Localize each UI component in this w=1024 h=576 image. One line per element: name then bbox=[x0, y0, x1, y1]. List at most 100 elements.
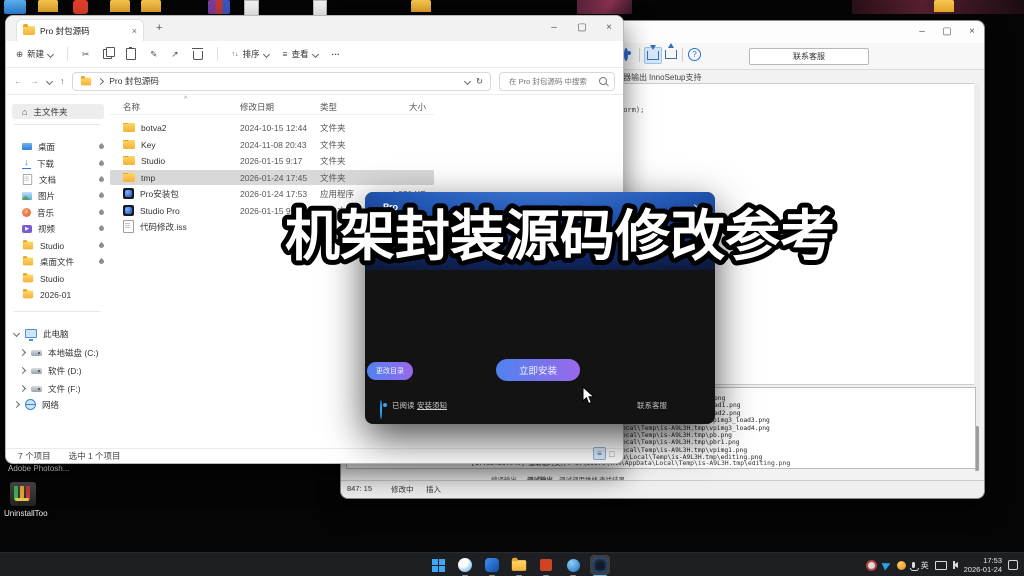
up-icon[interactable]: ↑ bbox=[60, 76, 64, 86]
change-directory-button[interactable]: 更改目录 bbox=[367, 362, 413, 380]
agree-radio[interactable] bbox=[380, 400, 382, 419]
export-icon[interactable] bbox=[663, 47, 679, 62]
chevron-right-icon[interactable] bbox=[19, 385, 26, 392]
taskbar-app-file-explorer[interactable] bbox=[509, 555, 529, 575]
taskbar-app-powerpoint[interactable] bbox=[536, 555, 556, 575]
view-button[interactable]: ≡ 查看 bbox=[283, 48, 318, 60]
chevron-right-icon[interactable] bbox=[19, 367, 26, 374]
refresh-icon[interactable]: ↻ bbox=[476, 76, 483, 87]
sidebar-item-studio-2[interactable]: Studio bbox=[12, 271, 104, 286]
sidebar-item-documents[interactable]: 文档 bbox=[12, 172, 104, 187]
desktop-icon-red-app[interactable] bbox=[73, 0, 88, 14]
sidebar-item-2026-01[interactable]: 2026-01 bbox=[12, 287, 104, 302]
share-icon[interactable]: ↗ bbox=[171, 49, 178, 60]
chevron-right-icon[interactable] bbox=[13, 401, 20, 408]
more-icon[interactable]: ··· bbox=[332, 49, 341, 59]
notification-icon[interactable] bbox=[1008, 560, 1018, 570]
explorer-tab[interactable]: Pro 封包源码 × bbox=[16, 19, 144, 41]
sidebar-item-studio[interactable]: Studio bbox=[12, 238, 104, 253]
sidebar-item-disk-c[interactable]: 本地磁盘 (C:) bbox=[12, 345, 104, 360]
ime-indicator[interactable]: 英 bbox=[921, 560, 929, 571]
uninstall-tool-icon[interactable] bbox=[10, 482, 36, 506]
tab-close-icon[interactable]: × bbox=[132, 26, 137, 36]
sort-button[interactable]: ↑↓ 排序 bbox=[232, 48, 269, 60]
sidebar-item-network[interactable]: 网络 bbox=[12, 397, 104, 412]
desktop-icon-winrar[interactable] bbox=[208, 0, 230, 14]
sidebar-item-music[interactable]: ♪音乐 bbox=[12, 205, 104, 220]
help-icon[interactable]: ? bbox=[688, 48, 701, 61]
sidebar-item-videos[interactable]: ▶视频 bbox=[12, 221, 104, 236]
back-icon[interactable]: ← bbox=[14, 76, 23, 86]
contact-support-button[interactable]: 联系客服 bbox=[749, 48, 869, 65]
desktop-icon-folder[interactable] bbox=[411, 0, 431, 12]
close-icon[interactable]: × bbox=[966, 26, 978, 37]
menu-icon[interactable]: ≡ bbox=[593, 447, 606, 460]
taskbar-app-ie[interactable] bbox=[563, 555, 583, 575]
tray-app-icon[interactable] bbox=[897, 561, 906, 570]
desktop-icon-folder[interactable] bbox=[38, 0, 58, 12]
contact-support-link[interactable]: 联系客服 bbox=[637, 400, 667, 411]
minimize-icon[interactable]: – bbox=[548, 22, 560, 33]
file-row-selected[interactable]: tmp 2026-01-24 17:45 文件夹 bbox=[110, 170, 434, 185]
sidebar-item-downloads[interactable]: ↓下载 bbox=[12, 156, 104, 171]
file-row[interactable]: Key 2024-11-08 20:43 文件夹 bbox=[110, 137, 434, 152]
install-notice-link[interactable]: 安装须知 bbox=[417, 400, 447, 411]
sidebar-item-home[interactable]: ⌂ 主文件夹 bbox=[12, 104, 104, 119]
sidebar-item-disk-f[interactable]: 文件 (F:) bbox=[12, 381, 104, 396]
file-row[interactable]: Studio 2026-01-15 9:17 文件夹 bbox=[110, 153, 434, 168]
search-input[interactable] bbox=[507, 76, 593, 87]
desktop-icon-folder[interactable] bbox=[141, 0, 161, 12]
column-type[interactable]: 类型 bbox=[320, 101, 378, 113]
desktop-icon-blue-app[interactable] bbox=[4, 0, 26, 14]
desktop-icon-document[interactable] bbox=[313, 0, 327, 16]
file-row[interactable]: botva2 2024-10-15 12:44 文件夹 bbox=[110, 120, 434, 135]
cut-icon[interactable]: ✂ bbox=[82, 49, 89, 60]
tray-network-icon[interactable] bbox=[935, 561, 947, 570]
start-button[interactable] bbox=[428, 555, 448, 575]
install-now-button[interactable]: 立即安装 bbox=[496, 359, 580, 381]
tray-record-icon[interactable] bbox=[866, 560, 877, 571]
tray-microphone-icon[interactable] bbox=[912, 562, 915, 568]
taskbar-app-studio-active[interactable] bbox=[590, 555, 610, 575]
taskbar-app-search[interactable] bbox=[455, 555, 475, 575]
column-date[interactable]: 修改日期 bbox=[240, 101, 320, 113]
copy-icon[interactable] bbox=[103, 49, 112, 59]
minimize-icon[interactable]: – bbox=[916, 26, 928, 37]
clock[interactable]: 17:53 2026-01-24 bbox=[964, 556, 1002, 574]
record-icon[interactable] bbox=[624, 48, 628, 61]
sidebar-item-desktop-files[interactable]: 桌面文件 bbox=[12, 254, 104, 269]
chevron-right-icon[interactable] bbox=[19, 349, 26, 356]
sidebar-item-desktop[interactable]: 桌面 bbox=[12, 139, 104, 154]
history-chevron-icon[interactable] bbox=[46, 77, 53, 84]
tab-innosetup-support[interactable]: InnoSetup支持 bbox=[649, 72, 701, 83]
forward-icon[interactable]: → bbox=[31, 76, 40, 86]
address-bar[interactable]: Pro 封包源码 ↻ bbox=[72, 72, 491, 91]
new-tab-icon[interactable]: + bbox=[156, 22, 162, 34]
column-name[interactable]: 名称 bbox=[110, 101, 240, 113]
desktop-icon-label[interactable]: Adobe Photosh... bbox=[8, 464, 69, 473]
maximize-icon[interactable]: ▢ bbox=[941, 26, 953, 37]
sidebar-item-disk-d[interactable]: 软件 (D:) bbox=[12, 363, 104, 378]
sidebar-item-pictures[interactable]: 图片 bbox=[12, 188, 104, 203]
breadcrumb[interactable]: Pro 封包源码 bbox=[109, 75, 459, 87]
taskbar-app-browser[interactable] bbox=[482, 555, 502, 575]
desktop-icon-label[interactable]: UninstallToo bbox=[4, 509, 48, 518]
restore-icon[interactable]: □ bbox=[609, 449, 614, 459]
desktop-icon-folder[interactable] bbox=[934, 0, 954, 12]
rename-icon[interactable]: ✎ bbox=[150, 49, 157, 60]
paste-icon[interactable] bbox=[126, 48, 136, 60]
column-size[interactable]: 大小 bbox=[378, 101, 426, 113]
chevron-down-icon[interactable] bbox=[13, 330, 20, 337]
address-dropdown-icon[interactable] bbox=[464, 77, 471, 84]
maximize-icon[interactable]: ▢ bbox=[576, 22, 588, 33]
tray-telegram-icon[interactable] bbox=[881, 560, 892, 571]
desktop-icon-document[interactable] bbox=[244, 0, 259, 16]
sidebar-item-this-pc[interactable]: 此电脑 bbox=[12, 326, 104, 341]
desktop-icon-folder[interactable] bbox=[110, 0, 130, 12]
delete-icon[interactable] bbox=[193, 51, 203, 60]
close-icon[interactable]: × bbox=[603, 22, 615, 33]
import-icon[interactable] bbox=[644, 47, 662, 64]
search-box[interactable] bbox=[499, 72, 615, 91]
tray-volume-icon[interactable] bbox=[953, 562, 958, 568]
new-button[interactable]: ⊕ 新建 bbox=[16, 48, 53, 60]
